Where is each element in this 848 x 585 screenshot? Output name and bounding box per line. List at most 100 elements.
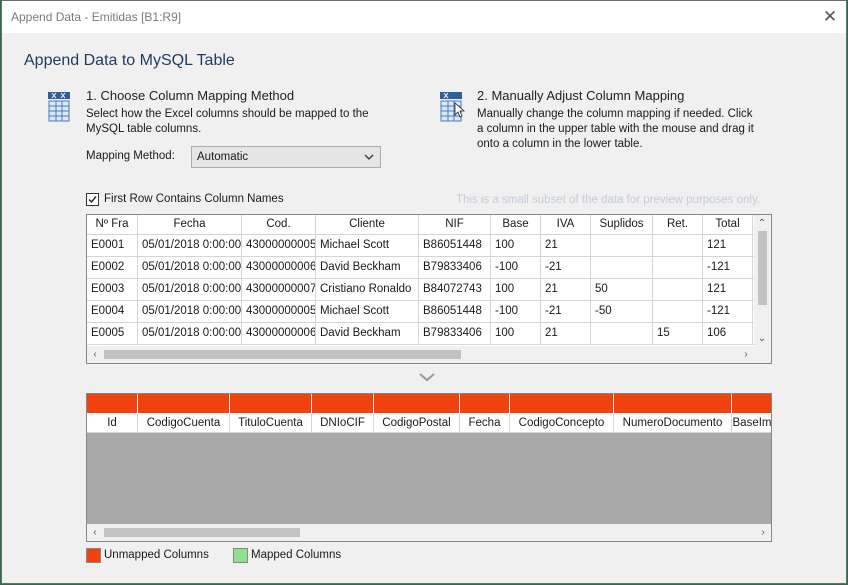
table-cell	[653, 235, 703, 257]
table-cell: 21	[541, 235, 591, 257]
target-grid-header: Id CodigoCuenta TituloCuenta DNIoCIF CodigoP…	[87, 413, 771, 433]
step1-desc-line2: MySQL table columns.	[86, 123, 202, 135]
target-column-header[interactable]: TituloCuenta	[230, 413, 312, 433]
table-cell: E0001	[87, 235, 138, 257]
source-column-header[interactable]: Cliente	[316, 215, 419, 235]
chevron-down-icon	[364, 154, 374, 160]
source-data-grid[interactable]: Nº Fra Fecha Cod. Cliente NIF Base IVA Suplidos…	[86, 214, 772, 364]
source-vertical-scrollbar[interactable]: ⌃ ⌄	[754, 215, 771, 346]
table-row: E0001 05/01/2018 0:00:00 43000000005 Michae…	[87, 235, 771, 257]
table-cell	[591, 257, 653, 279]
source-column-header[interactable]: Nº Fra	[87, 215, 138, 235]
table-cell: Cristiano Ronaldo	[316, 279, 419, 301]
scroll-down-icon[interactable]: ⌄	[754, 330, 770, 346]
close-icon: ✕	[822, 7, 838, 26]
source-column-header[interactable]: Total	[703, 215, 753, 235]
table-cell: David Beckham	[316, 323, 419, 345]
step1-title: 1. Choose Column Mapping Method	[86, 88, 295, 103]
table-cell: 43000000007	[242, 279, 316, 301]
first-row-checkbox[interactable]	[86, 193, 99, 206]
target-column-header[interactable]: BaseIm	[732, 413, 771, 433]
table-cell	[653, 301, 703, 323]
table-cell: 05/01/2018 0:00:00	[138, 235, 242, 257]
table-cell: 100	[491, 323, 541, 345]
table-cell: 50	[591, 279, 653, 301]
scroll-right-icon[interactable]: ›	[755, 524, 771, 540]
target-column-header[interactable]: CodigoCuenta	[138, 413, 230, 433]
source-column-header[interactable]: Suplidos	[591, 215, 653, 235]
table-cell	[591, 323, 653, 345]
table-row: E0003 05/01/2018 0:00:00 43000000007 Cristi…	[87, 279, 771, 301]
target-column-header[interactable]: CodigoPostal	[374, 413, 460, 433]
scrollbar-thumb[interactable]	[104, 350, 461, 359]
scroll-up-icon[interactable]: ⌃	[754, 215, 770, 231]
source-horizontal-scrollbar[interactable]: ‹ ›	[87, 346, 771, 363]
target-column-header[interactable]: Id	[87, 413, 138, 433]
table-cell: 05/01/2018 0:00:00	[138, 257, 242, 279]
step2-desc-line3: onto a column in the lower table.	[477, 138, 643, 150]
mapping-status-row	[87, 394, 771, 413]
scrollbar-thumb[interactable]	[758, 231, 767, 305]
table-cell: B86051448	[419, 235, 491, 257]
dialog-heading: Append Data to MySQL Table	[24, 52, 235, 69]
target-horizontal-scrollbar[interactable]: ‹ ›	[87, 524, 771, 541]
step1-desc-line1: Select how the Excel columns should be m…	[86, 108, 369, 120]
scrollbar-thumb[interactable]	[104, 528, 300, 537]
title-bar: Append Data - Emitidas [B1:R9] ✕	[2, 1, 846, 33]
step2-title: 2. Manually Adjust Column Mapping	[477, 88, 685, 103]
mapping-method-select[interactable]: Automatic	[191, 146, 381, 168]
source-column-header[interactable]: NIF	[419, 215, 491, 235]
table-cell: -121	[703, 301, 753, 323]
source-grid-header: Nº Fra Fecha Cod. Cliente NIF Base IVA Suplidos…	[87, 215, 771, 235]
table-cell: B86051448	[419, 301, 491, 323]
table-cell	[591, 235, 653, 257]
table-cell: 15	[653, 323, 703, 345]
window-title: Append Data - Emitidas [B1:R9]	[11, 10, 182, 24]
table-cell: -100	[491, 301, 541, 323]
table-cell: Michael Scott	[316, 235, 419, 257]
table-cell: 100	[491, 279, 541, 301]
drag-mapping-icon	[440, 92, 466, 122]
scroll-right-icon[interactable]: ›	[738, 346, 754, 362]
table-cell: E0003	[87, 279, 138, 301]
table-cell	[653, 279, 703, 301]
unmapped-indicator	[510, 394, 614, 413]
table-cell: -21	[541, 257, 591, 279]
target-column-header[interactable]: DNIoCIF	[312, 413, 374, 433]
table-cell: 43000000005	[242, 301, 316, 323]
table-cell: -100	[491, 257, 541, 279]
table-row: E0005 05/01/2018 0:00:00 43000000006 David …	[87, 323, 771, 345]
source-column-header[interactable]: Base	[491, 215, 541, 235]
scroll-left-icon[interactable]: ‹	[87, 524, 103, 540]
target-column-header[interactable]: Fecha	[460, 413, 510, 433]
chevron-down-icon	[419, 373, 435, 382]
close-button[interactable]: ✕	[814, 1, 846, 33]
table-cell: E0004	[87, 301, 138, 323]
table-cell: 21	[541, 323, 591, 345]
unmapped-indicator	[732, 394, 771, 413]
table-cell: 43000000006	[242, 257, 316, 279]
scroll-left-icon[interactable]: ‹	[87, 346, 103, 362]
mapped-legend-label: Mapped Columns	[251, 549, 342, 561]
table-cell: 121	[703, 235, 753, 257]
table-cell: B84072743	[419, 279, 491, 301]
step2-desc-line1: Manually change the column mapping if ne…	[477, 108, 753, 120]
table-cell: 106	[703, 323, 753, 345]
unmapped-legend-swatch	[86, 548, 101, 563]
source-column-header[interactable]: IVA	[541, 215, 591, 235]
preview-note: This is a small subset of the data for p…	[456, 194, 761, 206]
table-cell: -50	[591, 301, 653, 323]
table-cell: -121	[703, 257, 753, 279]
target-table-grid[interactable]: Id CodigoCuenta TituloCuenta DNIoCIF CodigoP…	[86, 393, 772, 542]
table-mapping-icon	[48, 92, 70, 122]
table-cell: B79833406	[419, 257, 491, 279]
checkmark-icon	[88, 196, 97, 204]
table-cell: David Beckham	[316, 257, 419, 279]
table-cell: 05/01/2018 0:00:00	[138, 323, 242, 345]
source-column-header[interactable]: Cod.	[242, 215, 316, 235]
target-column-header[interactable]: NumeroDocumento	[614, 413, 732, 433]
target-column-header[interactable]: CodigoConcepto	[510, 413, 614, 433]
source-column-header[interactable]: Ret.	[653, 215, 703, 235]
source-column-header[interactable]: Fecha	[138, 215, 242, 235]
mapping-method-label: Mapping Method:	[86, 150, 175, 162]
